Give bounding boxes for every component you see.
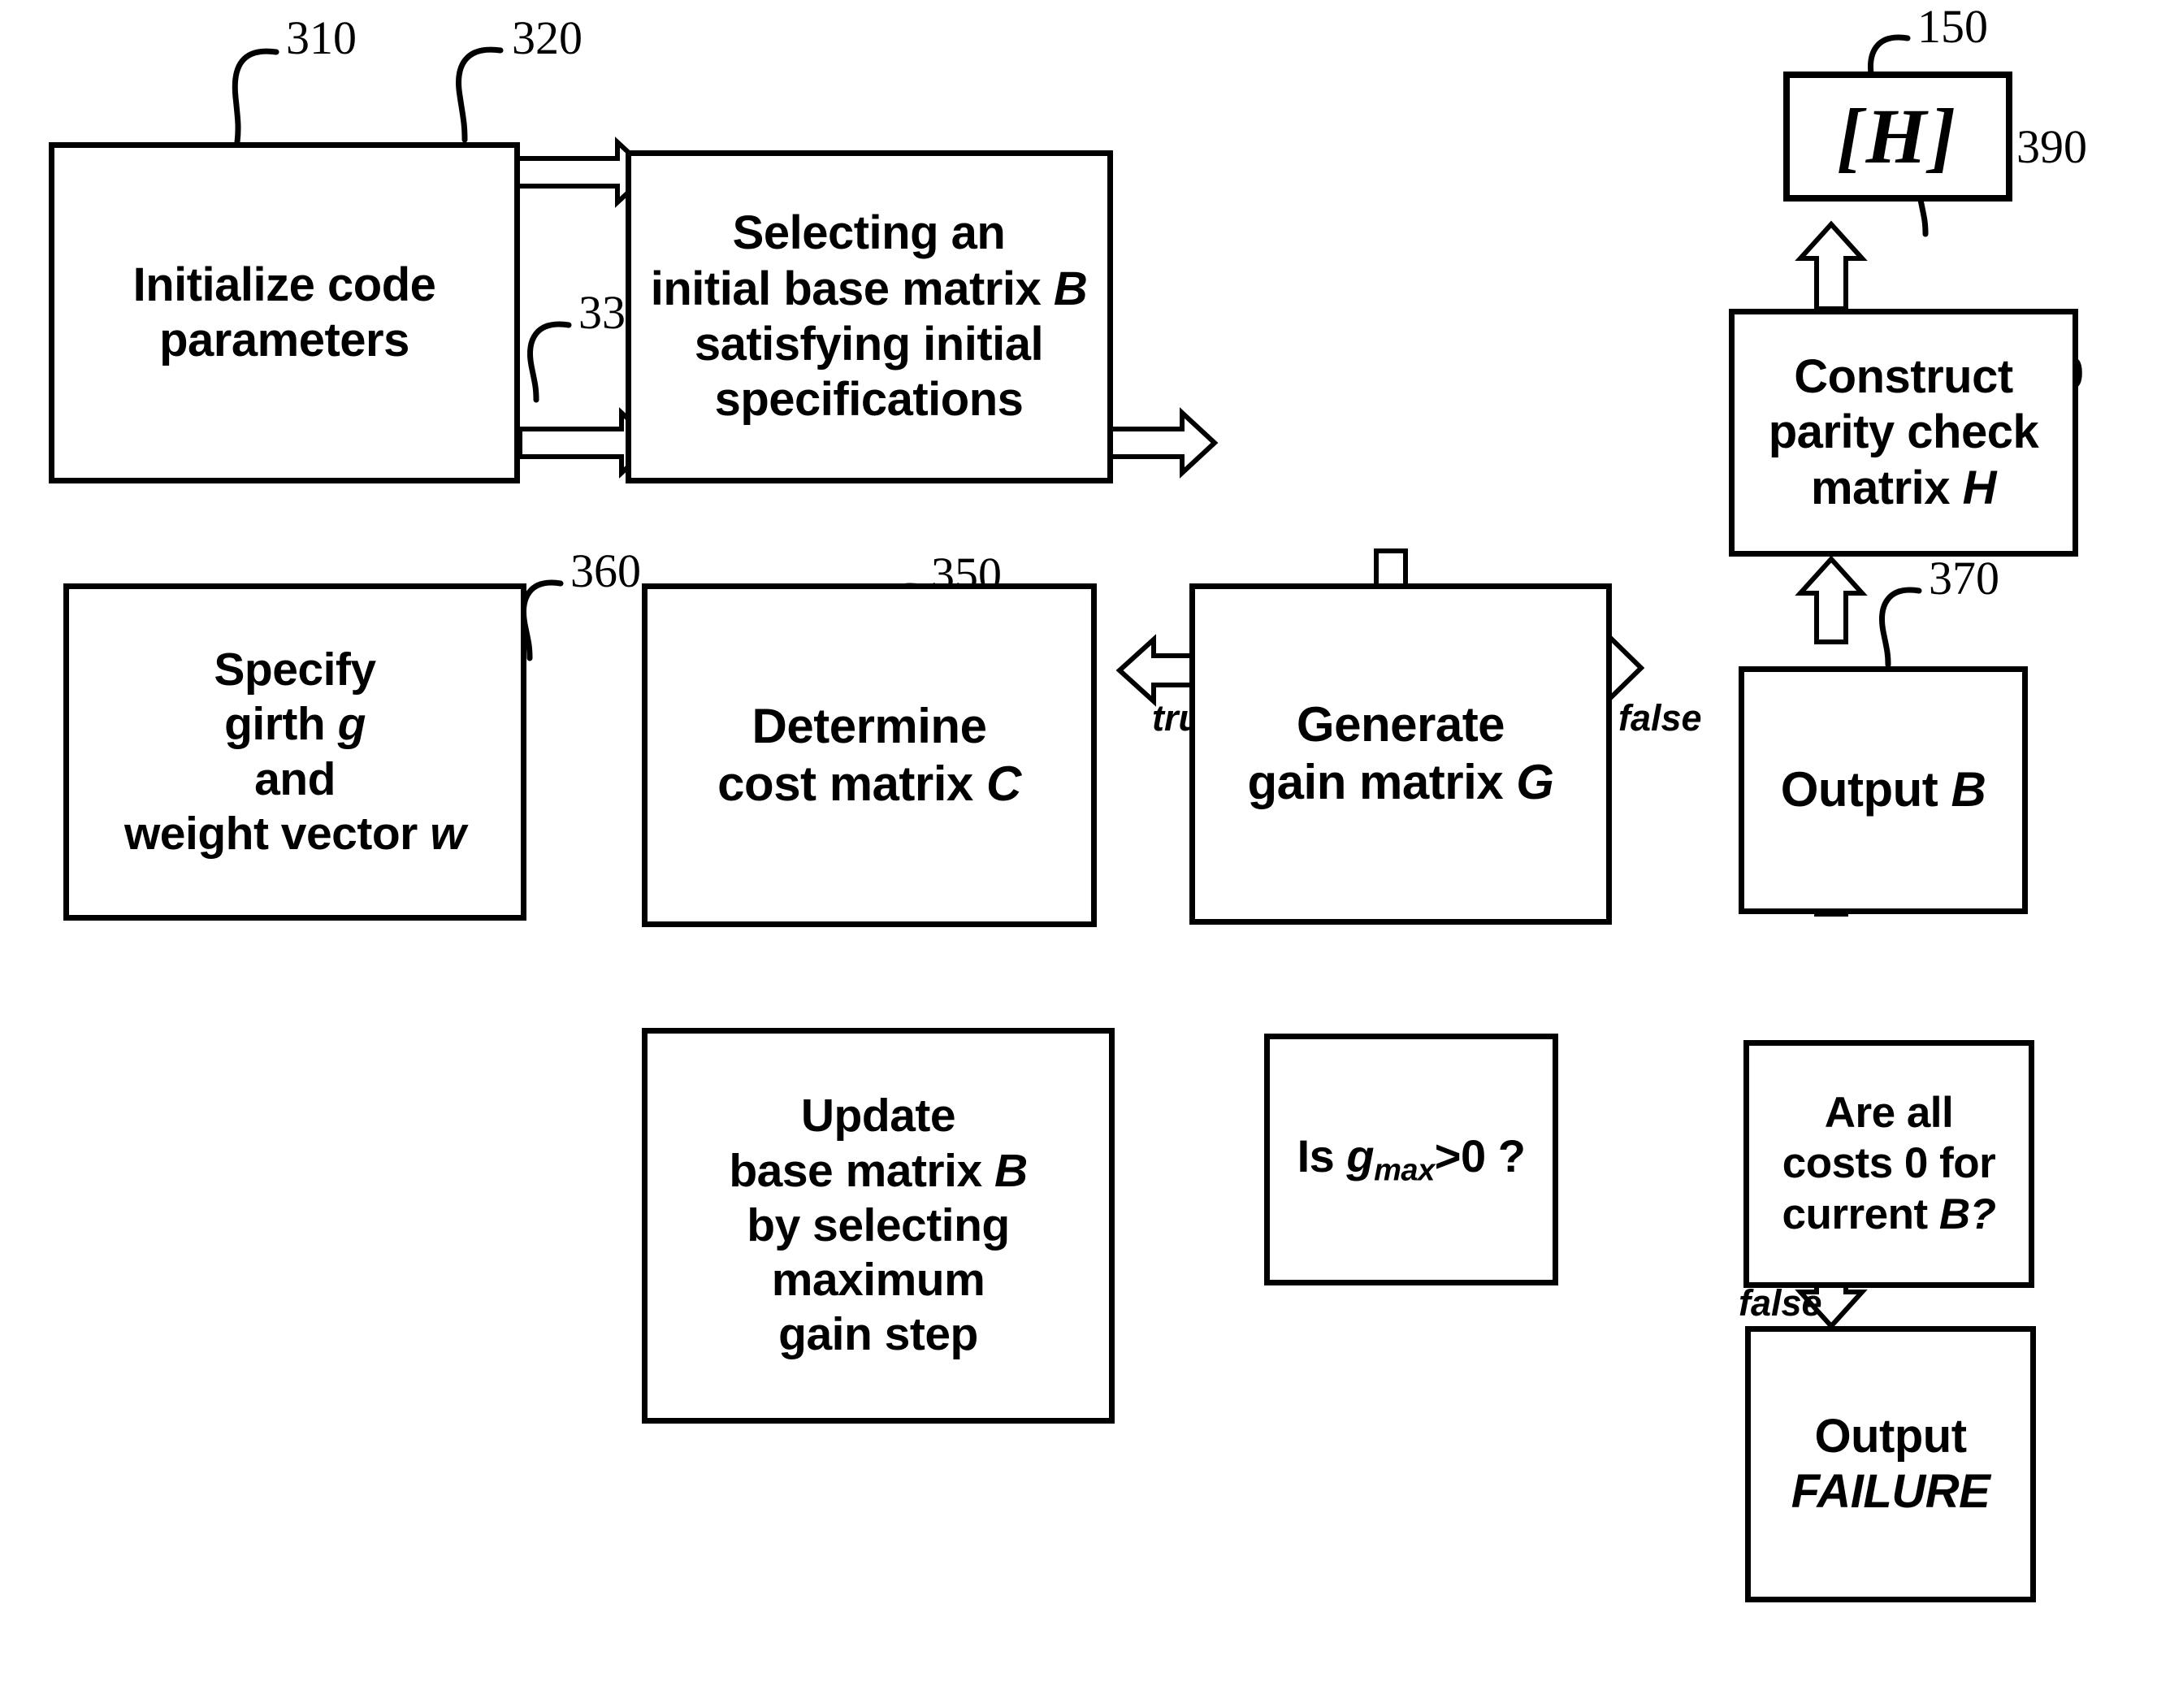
step-box-output-base-matrix[interactable]: Output B — [1739, 666, 2028, 914]
leader-330 — [527, 321, 572, 403]
step-box-determine-cost-matrix-text: Determine cost matrix C — [717, 698, 1021, 811]
step-box-output-base-matrix-text: Output B — [1780, 762, 1986, 817]
step-box-specify-girth-and-weight-vector[interactable]: Specify girth g and weight vector w — [63, 583, 526, 921]
ref-320: 320 — [512, 11, 583, 64]
ref-390-construct: 390 — [2016, 120, 2087, 173]
figure-canvas: 310 320 311 330 340 350 360 370 380 390 … — [0, 0, 2157, 1708]
step-box-initialize-code-parameters[interactable]: Initialize code parameters — [49, 142, 520, 483]
step-box-construct-parity-check-matrix[interactable]: Construct parity check matrix H — [1729, 309, 2078, 557]
leader-320 — [456, 46, 504, 143]
ref-150: 150 — [1917, 0, 1988, 53]
step-box-generate-gain-matrix-text: Generate gain matrix G — [1247, 697, 1554, 809]
ref-310: 310 — [286, 11, 357, 64]
step-box-output-failure-text: Output FAILURE — [1791, 1409, 1990, 1518]
decision-box-is-gmax-greater-than-zero-text: Is gmax>0 ? — [1297, 1130, 1526, 1188]
step-box-update-base-matrix[interactable]: Update base matrix B by selecting maximu… — [642, 1028, 1115, 1424]
step-box-update-base-matrix-text: Update base matrix B by selecting maximu… — [729, 1090, 1028, 1361]
edge-label-gmax-false: false — [1618, 697, 1702, 739]
step-box-select-initial-base-matrix-text: Selecting an initial base matrix B satis… — [650, 206, 1088, 427]
decision-box-is-gmax-greater-than-zero[interactable]: Is gmax>0 ? — [1264, 1034, 1558, 1285]
step-box-output-failure[interactable]: Output FAILURE — [1745, 1326, 2036, 1602]
leader-310 — [232, 48, 279, 145]
step-box-generate-gain-matrix[interactable]: Generate gain matrix G — [1189, 583, 1612, 925]
edge-label-costs-false: false — [1739, 1282, 1822, 1324]
step-box-initialize-code-parameters-text: Initialize code parameters — [132, 258, 436, 366]
leader-370 — [1879, 587, 1922, 668]
leader-360 — [521, 579, 564, 661]
decision-box-are-all-costs-zero-text: Are all costs 0 for current B? — [1782, 1088, 1996, 1238]
step-box-specify-girth-and-weight-vector-text: Specify girth g and weight vector w — [123, 644, 466, 860]
step-box-select-initial-base-matrix[interactable]: Selecting an initial base matrix B satis… — [626, 150, 1113, 483]
step-box-determine-cost-matrix[interactable]: Determine cost matrix C — [642, 583, 1097, 927]
result-box-parity-check-matrix-h[interactable]: [H] — [1783, 72, 2012, 202]
step-box-construct-parity-check-matrix-text: Construct parity check matrix H — [1768, 349, 2039, 514]
ref-370: 370 — [1929, 552, 1999, 605]
ref-360: 360 — [570, 544, 641, 597]
decision-box-are-all-costs-zero[interactable]: Are all costs 0 for current B? — [1743, 1040, 2034, 1288]
result-box-parity-check-matrix-h-text: [H] — [1836, 93, 1960, 180]
